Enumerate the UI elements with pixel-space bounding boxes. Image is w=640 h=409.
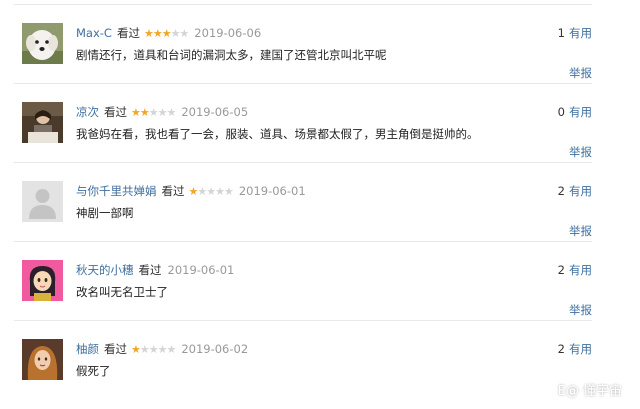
star-rating: ★★★★★ [131,343,176,356]
helpful-vote[interactable]: 2 有用 [558,183,592,199]
user-avatar[interactable] [22,181,63,222]
speech-bubble-icon [538,379,554,399]
review-date: 2019-06-01 [167,263,235,277]
report-link[interactable]: 举报 [569,144,592,160]
star-rating: ★★★★★ [131,106,177,119]
review-date: 2019-06-02 [181,342,249,356]
helpful-count: 2 [557,263,565,277]
filled-stars-icon: ★ [131,343,141,356]
helpful-count: 1 [557,26,565,40]
review-item: 凉次 看过 ★★★★★ 2019-06-05 0 有用 我爸妈在看，我也看了一会，服装、… [0,84,640,163]
helpful-vote[interactable]: 1 有用 [558,25,592,41]
watched-label: 看过 [138,263,162,277]
report-link[interactable]: 举报 [569,302,592,318]
username-link[interactable]: Max-C [76,26,112,40]
review-meta: 秋天的小穗 看过 2019-06-01 [76,262,234,278]
review-meta: 柚颜 看过 ★★★★★ 2019-06-02 [76,341,248,357]
helpful-vote[interactable]: 2 有用 [558,341,592,357]
helpful-vote[interactable]: 0 有用 [558,104,592,120]
user-avatar[interactable] [22,260,63,301]
filled-stars-icon: ★★ [131,106,150,119]
watched-label: 看过 [161,184,185,198]
watched-label: 看过 [104,342,127,356]
username-link[interactable]: 柚颜 [76,342,99,356]
empty-stars-icon: ★★★★ [197,185,233,198]
user-avatar[interactable] [22,102,63,143]
review-comment: 改名叫无名卫士了 [76,285,168,299]
review-date: 2019-06-06 [194,26,262,40]
helpful-button[interactable]: 有用 [569,342,592,356]
helpful-button[interactable]: 有用 [569,105,592,119]
helpful-vote[interactable]: 2 有用 [558,262,592,278]
username-link[interactable]: 与你千里共婵娟 [76,184,157,198]
review-date: 2019-06-05 [181,105,249,119]
user-avatar[interactable] [22,23,63,64]
watermark: E@ 懂宇宙 [538,379,622,399]
review-item: 秋天的小穗 看过 2019-06-01 2 有用 改名叫无名卫士了 举报 [0,242,640,321]
empty-stars-icon: ★★★★ [139,343,176,356]
helpful-button[interactable]: 有用 [569,184,592,198]
user-avatar[interactable] [22,339,63,380]
empty-stars-icon: ★★ [170,27,190,40]
watched-label: 看过 [116,26,140,40]
review-comment: 我爸妈在看，我也看了一会，服装、道具、场景都太假了，男主角倒是挺帅的。 [76,127,479,141]
review-meta: Max-C 看过 ★★★★★ 2019-06-06 [76,25,261,41]
filled-stars-icon: ★★★ [143,27,172,40]
review-comment: 剧情还行，道具和台词的漏洞太多，建国了还管北京叫北平呢 [76,48,387,62]
helpful-button[interactable]: 有用 [569,26,592,40]
report-link[interactable]: 举报 [569,65,592,81]
review-comment: 假死了 [76,364,111,378]
review-meta: 凉次 看过 ★★★★★ 2019-06-05 [76,104,248,120]
helpful-button[interactable]: 有用 [569,263,592,277]
helpful-count: 0 [557,105,565,119]
review-comment: 神剧一部啊 [76,206,134,220]
review-item: 与你千里共婵娟 看过 ★★★★★ 2019-06-01 2 有用 神剧一部啊 举报 [0,163,640,242]
review-item: Max-C 看过 ★★★★★ 2019-06-06 1 有用 剧情还行，道具和台词的漏洞… [0,5,640,84]
star-rating: ★★★★★ [189,185,234,198]
watched-label: 看过 [104,105,127,119]
empty-stars-icon: ★★★ [148,106,177,119]
review-meta: 与你千里共婵娟 看过 ★★★★★ 2019-06-01 [76,183,306,199]
helpful-count: 2 [557,342,565,356]
helpful-count: 2 [557,184,565,198]
username-link[interactable]: 凉次 [76,105,99,119]
username-link[interactable]: 秋天的小穗 [76,263,134,277]
report-link[interactable]: 举报 [569,223,592,239]
watermark-text: E@ 懂宇宙 [557,383,622,399]
review-date: 2019-06-01 [238,184,306,198]
star-rating: ★★★★★ [143,27,190,40]
